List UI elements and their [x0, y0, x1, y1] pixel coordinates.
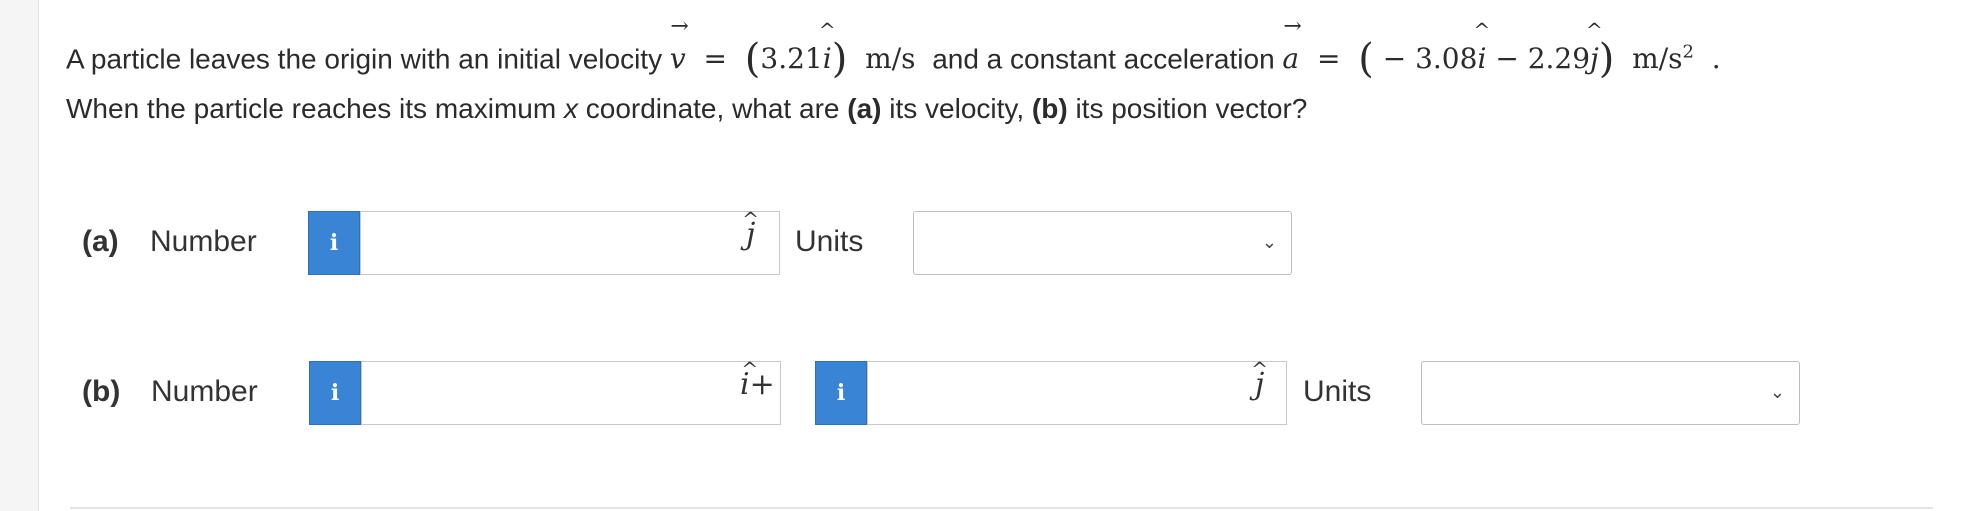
question-text: A particle leaves the origin with an ini… — [66, 14, 1946, 134]
divider — [70, 507, 1933, 509]
info-icon[interactable]: i — [815, 361, 867, 425]
part-b-units-select[interactable]: ⌄ — [1421, 361, 1800, 425]
acceleration-i-value: − 3.08 — [1382, 42, 1478, 76]
velocity-value: 3.21 — [760, 42, 823, 76]
velocity-vector-symbol: → v — [669, 14, 689, 76]
part-a-number-input[interactable] — [360, 211, 780, 275]
unit-vector-j: ^ j — [1251, 357, 1269, 402]
part-b-label: (b) — [82, 375, 121, 408]
info-icon[interactable]: i — [308, 211, 360, 275]
part-a-number-label: Number — [150, 225, 257, 258]
part-a-units-label: Units — [795, 225, 864, 258]
unit-vector-i-plus: ^ i+ — [740, 357, 775, 402]
question-line-2: When the particle reaches its maximum x … — [66, 93, 1308, 125]
unit-vector-j: ^ j — [742, 207, 760, 252]
acceleration-j-value: − 2.29 — [1495, 42, 1591, 76]
part-b-number-label: Number — [151, 375, 258, 408]
acceleration-units: m/s — [1632, 42, 1683, 76]
part-b-i-input[interactable] — [361, 361, 781, 425]
velocity-units: m/s — [865, 42, 916, 76]
info-icon[interactable]: i — [309, 361, 361, 425]
part-b-units-label: Units — [1303, 375, 1372, 408]
question-line-1: A particle leaves the origin with an ini… — [66, 14, 1721, 83]
part-a-label: (a) — [82, 225, 119, 258]
chevron-down-icon: ⌄ — [1261, 232, 1277, 252]
chevron-down-icon: ⌄ — [1769, 382, 1785, 402]
acceleration-vector-symbol: → a — [1282, 14, 1302, 76]
part-a-units-select[interactable]: ⌄ — [913, 211, 1292, 275]
part-b-j-input[interactable] — [867, 361, 1287, 425]
intro-text: A particle leaves the origin with an ini… — [66, 43, 663, 75]
